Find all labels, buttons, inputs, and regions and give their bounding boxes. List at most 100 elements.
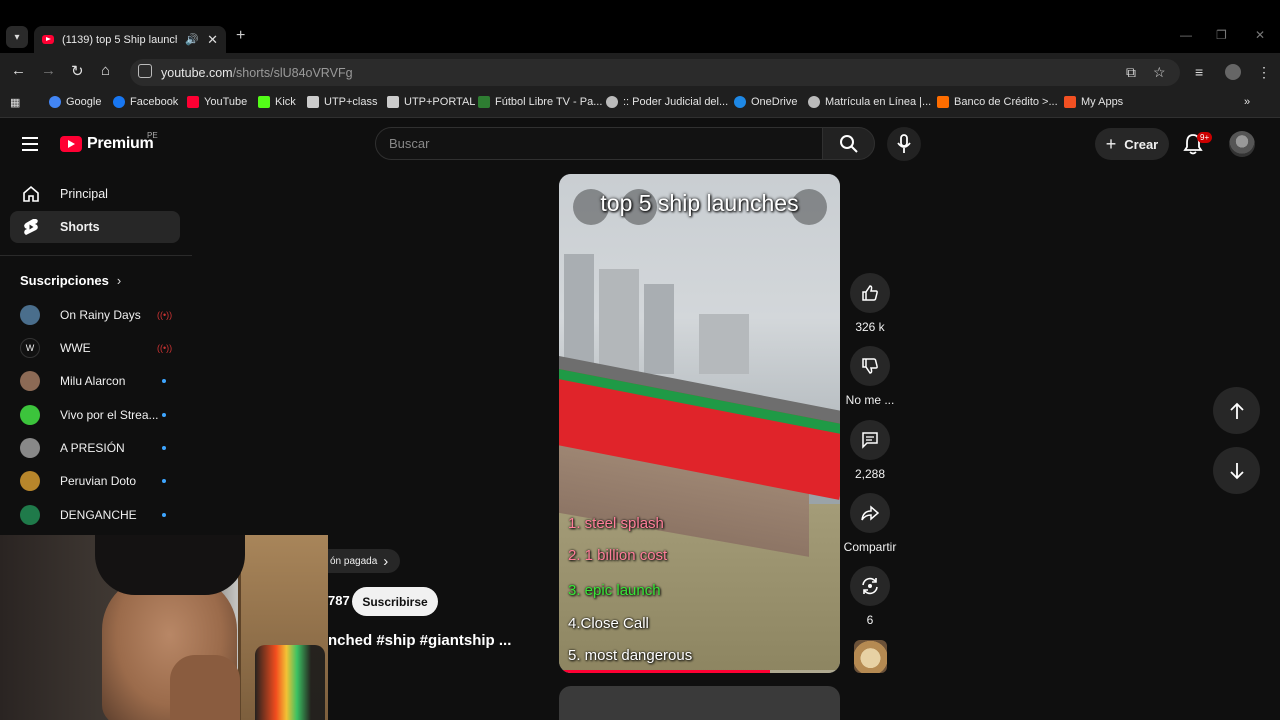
paid-promotion-label[interactable]: ón pagada › bbox=[328, 549, 400, 573]
reload-icon[interactable]: ↻ bbox=[71, 62, 84, 80]
video-frame-building bbox=[564, 254, 594, 374]
browser-tab[interactable]: (1139) top 5 Ship launched 🔊 ✕ bbox=[34, 26, 226, 53]
back-icon[interactable]: ← bbox=[11, 62, 26, 79]
previous-short-button[interactable] bbox=[1213, 387, 1260, 434]
webcam-person-hair bbox=[95, 535, 245, 595]
microsoft-icon bbox=[1064, 96, 1076, 108]
like-action[interactable]: 326 k bbox=[850, 273, 890, 334]
bookmark-google[interactable]: Google bbox=[49, 96, 101, 108]
bookmark-utp-portal[interactable]: UTP+PORTAL bbox=[387, 96, 475, 108]
video-progress-bar[interactable] bbox=[559, 670, 840, 673]
forward-icon[interactable]: → bbox=[41, 62, 56, 79]
apps-grid-icon[interactable]: ▦ bbox=[10, 96, 20, 109]
video-list-line-4: 4.Close Call bbox=[568, 615, 649, 632]
home-icon[interactable]: ⌂ bbox=[101, 62, 110, 79]
video-title[interactable]: nched #ship #giantship ... bbox=[328, 632, 511, 649]
youtube-favicon-icon bbox=[42, 35, 54, 44]
video-frame-building bbox=[644, 284, 674, 374]
close-window-icon[interactable]: ✕ bbox=[1255, 28, 1265, 42]
tab-title: (1139) top 5 Ship launched bbox=[62, 33, 177, 46]
share-action[interactable]: Compartir bbox=[840, 493, 900, 554]
subscription-item[interactable]: A PRESIÓN bbox=[20, 438, 175, 458]
channel-avatar bbox=[20, 505, 40, 525]
subscription-item[interactable]: DENGANCHE bbox=[20, 505, 175, 525]
site-info-icon[interactable] bbox=[138, 64, 152, 78]
bookmark-utp-class[interactable]: UTP+class bbox=[307, 96, 378, 108]
brand-label[interactable]: Premium bbox=[87, 135, 154, 153]
audio-playing-icon[interactable]: 🔊 bbox=[185, 33, 199, 46]
account-avatar[interactable] bbox=[1229, 131, 1255, 157]
list-line-text: 5. most dangerous bbox=[568, 647, 693, 664]
subscription-item[interactable]: Vivo por el Strea... bbox=[20, 405, 175, 425]
install-app-icon[interactable]: ⧉ bbox=[1126, 64, 1136, 81]
search-input[interactable] bbox=[375, 127, 823, 160]
tab-search-button[interactable]: ▾ bbox=[6, 26, 28, 48]
remix-button[interactable] bbox=[850, 566, 890, 606]
restore-icon[interactable]: ❐ bbox=[1216, 28, 1227, 42]
video-overlay-title: top 5 ship launches bbox=[600, 190, 799, 216]
chevron-right-icon: › bbox=[383, 552, 389, 570]
subscription-item[interactable]: W WWE ((•)) bbox=[20, 338, 175, 358]
create-button[interactable]: + Crear bbox=[1095, 128, 1169, 160]
bookmark-onedrive[interactable]: OneDrive bbox=[734, 96, 797, 108]
menu-kebab-icon[interactable]: ⋮ bbox=[1257, 64, 1271, 81]
sound-thumbnail[interactable] bbox=[854, 640, 887, 673]
minimize-icon[interactable]: — bbox=[1180, 28, 1192, 42]
profile-avatar[interactable] bbox=[1225, 64, 1241, 80]
media-controls-icon[interactable]: ≡ bbox=[1195, 64, 1203, 80]
subscription-item[interactable]: Peruvian Doto bbox=[20, 471, 175, 491]
dislike-action[interactable]: No me ... bbox=[840, 346, 900, 407]
notification-badge: 9+ bbox=[1197, 132, 1213, 143]
new-content-dot bbox=[162, 413, 166, 417]
comment-icon bbox=[862, 432, 878, 449]
shorts-video-player[interactable]: top 5 ship launches 1. steel splash 2. 1… bbox=[559, 174, 840, 673]
subscription-item[interactable]: Milu Alarcon bbox=[20, 371, 175, 391]
search-button[interactable] bbox=[822, 127, 875, 160]
bookmark-poder-judicial[interactable]: :: Poder Judicial del... bbox=[606, 96, 728, 108]
sidebar-item-shorts[interactable]: Shorts bbox=[10, 211, 180, 243]
youtube-logo-icon[interactable] bbox=[60, 136, 82, 152]
bookmark-label: Kick bbox=[275, 96, 296, 108]
close-tab-icon[interactable]: ✕ bbox=[207, 32, 218, 48]
bookmark-youtube[interactable]: YouTube bbox=[187, 96, 247, 108]
subscriptions-heading[interactable]: Suscripciones › bbox=[20, 273, 121, 288]
bookmark-star-icon[interactable]: ☆ bbox=[1153, 64, 1166, 81]
share-label: Compartir bbox=[843, 540, 897, 554]
thumbs-up-icon bbox=[862, 285, 878, 301]
remix-icon bbox=[862, 577, 878, 595]
subscription-item[interactable]: On Rainy Days ((•)) bbox=[20, 305, 175, 325]
video-frame-building bbox=[699, 314, 749, 374]
url-text[interactable]: youtube.com/shorts/slU84oVRVFg bbox=[161, 66, 353, 80]
comments-action[interactable]: 2,288 bbox=[850, 420, 890, 481]
bookmark-banco-credito[interactable]: Banco de Crédito >... bbox=[937, 96, 1058, 108]
share-button[interactable] bbox=[850, 493, 890, 533]
search-icon bbox=[840, 135, 858, 153]
new-content-dot bbox=[162, 379, 166, 383]
more-bookmarks-icon[interactable]: » bbox=[1244, 96, 1250, 108]
new-content-dot bbox=[162, 479, 166, 483]
bookmark-facebook[interactable]: Facebook bbox=[113, 96, 178, 108]
like-button[interactable] bbox=[850, 273, 890, 313]
bookmark-futbol-libre[interactable]: Fútbol Libre TV - Pa... bbox=[478, 96, 602, 108]
next-short-preview[interactable] bbox=[559, 686, 840, 720]
hamburger-menu-icon[interactable] bbox=[22, 137, 38, 151]
voice-search-button[interactable] bbox=[887, 127, 921, 161]
next-short-button[interactable] bbox=[1213, 447, 1260, 494]
video-progress-fill bbox=[559, 670, 770, 673]
dislike-button[interactable] bbox=[850, 346, 890, 386]
bookmark-matricula[interactable]: Matrícula en Línea |... bbox=[808, 96, 931, 108]
bookmark-my-apps[interactable]: My Apps bbox=[1064, 96, 1123, 108]
new-tab-button[interactable]: + bbox=[236, 27, 245, 45]
sidebar-item-principal[interactable]: Principal bbox=[10, 178, 180, 210]
remix-action[interactable]: 6 bbox=[850, 566, 890, 627]
subscribe-button[interactable]: Suscribirse bbox=[352, 587, 438, 616]
list-line-text: 4.Close Call bbox=[568, 615, 649, 632]
bcp-icon bbox=[937, 96, 949, 108]
comments-button[interactable] bbox=[850, 420, 890, 460]
bookmark-kick[interactable]: Kick bbox=[258, 96, 296, 108]
bookmark-label: Banco de Crédito >... bbox=[954, 96, 1058, 108]
channel-avatar bbox=[20, 371, 40, 391]
channel-name: DENGANCHE bbox=[60, 508, 137, 522]
bookmark-label: YouTube bbox=[204, 96, 248, 108]
futbol-icon bbox=[478, 96, 490, 108]
